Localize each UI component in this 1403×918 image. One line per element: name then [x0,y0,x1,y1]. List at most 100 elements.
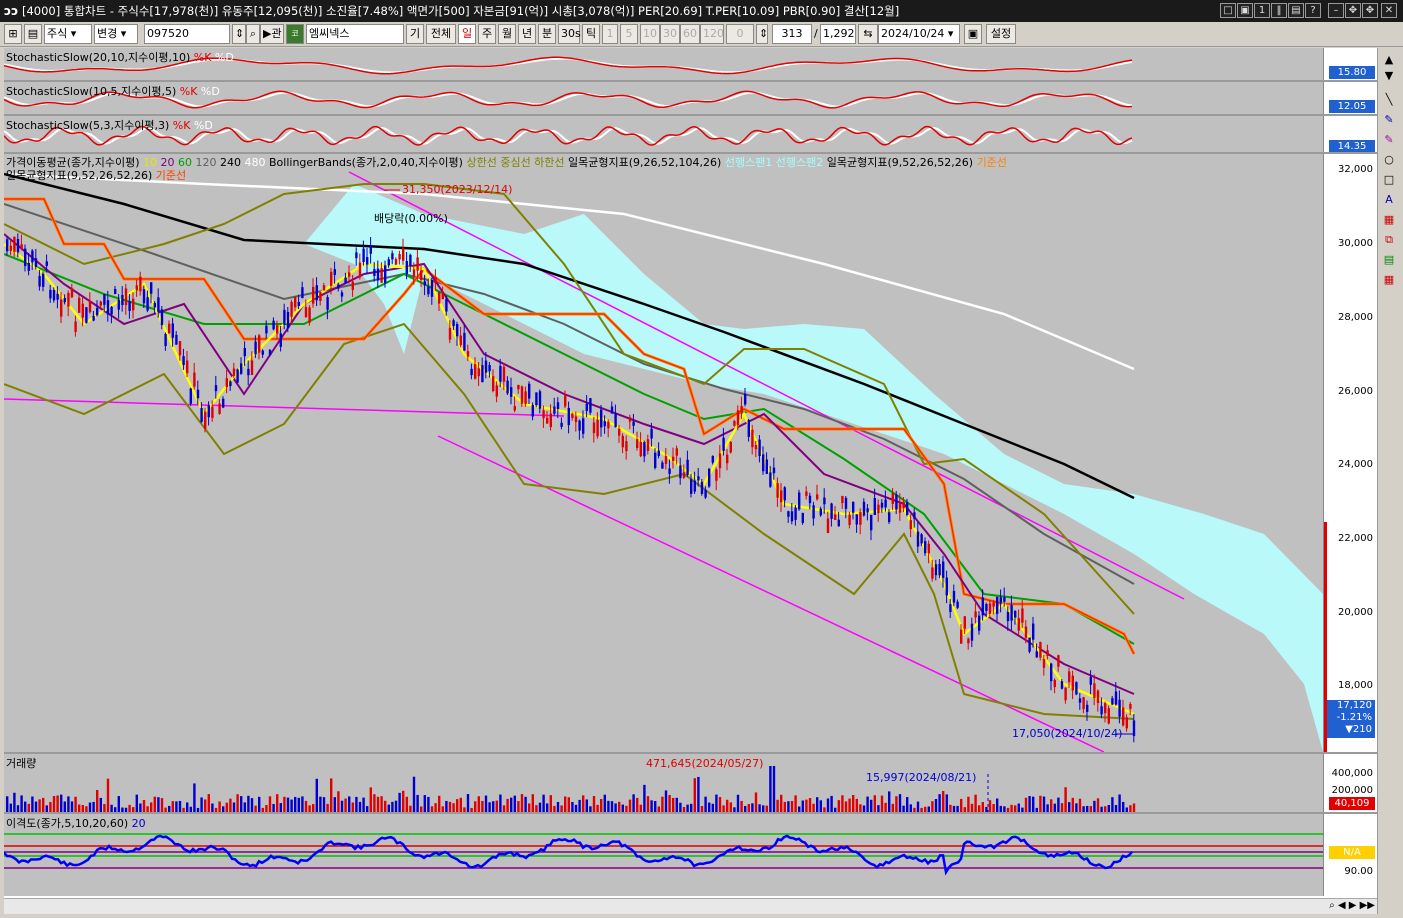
period-5-button[interactable]: 5 [620,24,638,44]
close-icon[interactable]: ✕ [1381,3,1397,18]
period-10-button[interactable]: 10 [640,24,660,44]
maximize-icon[interactable]: ✥ [1362,3,1378,18]
number-1-icon[interactable]: 1 [1254,3,1270,18]
stock-code-input[interactable]: 097520 [144,24,230,44]
settings-button[interactable]: 설정 [986,24,1016,44]
circle-tool-icon[interactable]: ○ [1381,152,1397,168]
volume-bar [272,803,275,812]
candle-body [376,268,380,281]
stoch-pane-1[interactable]: StochasticSlow(20,10,지수이평,10) %K %D [4,48,1323,80]
candle-body [672,456,675,461]
disparity-pane[interactable]: 이격도(종가,5,10,20,60) 20 [4,814,1323,896]
scroll-down-icon[interactable]: ▼ [1381,68,1397,84]
candle-body [344,277,347,284]
volume-bar [870,799,873,812]
related-button[interactable]: ▶관 [260,24,284,44]
copy-tool-icon[interactable]: ⧉ [1381,232,1397,248]
volume-bar [157,797,160,812]
sync-icon[interactable]: ⇆ [858,24,878,44]
candle-body [146,297,149,311]
volume-pane[interactable]: 거래량 471,645(2024/05/27) 15,997(2024/08/2… [4,754,1323,812]
period-1-button[interactable]: 1 [602,24,618,44]
zoom-icon[interactable]: ⌕ ◀ ▶ ▶▶ [1329,900,1375,911]
line-tool-icon[interactable]: ╲ [1381,92,1397,108]
volume-bar [592,796,596,812]
candle-body [232,368,236,376]
yearly-button[interactable]: 년 [518,24,536,44]
volume-bar [499,794,502,812]
eraser-tool-icon[interactable]: ✎ [1381,132,1397,148]
candle-body [816,494,819,500]
save-screen-icon[interactable]: ▤ [24,24,42,44]
tick-button[interactable]: 틱 [582,24,600,44]
volume-bar [322,797,326,812]
restore-icon[interactable]: ▤ [1288,3,1304,18]
help-icon[interactable]: ? [1305,3,1321,18]
candle-body [56,293,59,300]
volume-bar [286,797,290,812]
fibonacci-tool-icon[interactable]: ▦ [1381,212,1397,228]
volume-bar [841,795,844,812]
ki-button[interactable]: 기 [406,24,424,44]
date-picker[interactable]: 2024/10/24 ▾ [878,24,960,44]
candle-body [81,303,84,318]
horizontal-scrollbar[interactable]: ⌕ ◀ ▶ ▶▶ [4,898,1377,914]
scroll-up-icon[interactable]: ▲ [1381,52,1397,68]
period-30-button[interactable]: 30 [660,24,680,44]
rectangle-tool-icon[interactable]: □ [1381,172,1397,188]
minimize-icon[interactable]: – [1328,3,1344,18]
monthly-button[interactable]: 월 [498,24,516,44]
candle-body [200,407,203,422]
pause-icon[interactable]: ‖ [1271,3,1287,18]
grid-tool-icon[interactable]: ▦ [1381,272,1397,288]
volume-bar [610,801,614,812]
legend-part: 일목균형지표(9,52,26,52,26) [6,169,156,182]
candle-body [13,236,16,252]
move-icon[interactable]: ✥ [1345,3,1361,18]
volume-bar [448,801,452,812]
candle-body [189,388,192,404]
volume-bar [1024,797,1028,812]
volume-bar [711,803,714,812]
spinner-icon[interactable]: ⇕ [756,24,768,44]
current-price: 17,120 [1337,700,1372,711]
chart-tool-icon[interactable]: ▤ [1381,252,1397,268]
change-select[interactable]: 변경 ▾ [94,24,138,44]
period-60-button[interactable]: 60 [680,24,700,44]
market-select[interactable]: 주식 ▾ [44,24,92,44]
volume-bar [60,794,63,812]
price-pane[interactable]: 가격이동평균(종가,지수이평) 10 20 60 120 240 480 Bol… [4,154,1323,752]
view-count-input[interactable]: 313 [772,24,812,44]
spinner-icon[interactable]: ⇕ [232,24,246,44]
period-120-button[interactable]: 120 [700,24,724,44]
candle-body [459,335,462,346]
tick-count-input[interactable]: 0 [726,24,754,44]
30sec-button[interactable]: 30s [558,24,581,44]
candle-body [402,248,405,261]
volume-bar [938,794,941,812]
volume-bar [492,801,495,812]
candle-body [538,391,542,409]
search-icon[interactable]: ⌕ [246,24,260,44]
volume-bar [830,795,833,812]
stoch-pane-3[interactable]: StochasticSlow(5,3,지수이평,3) %K %D [4,116,1323,152]
save-icon[interactable]: ▣ [964,24,982,44]
stock-badge-icon[interactable]: 코 [286,24,304,44]
weekly-button[interactable]: 주 [478,24,496,44]
pin-icon[interactable]: ▣ [1237,3,1253,18]
chart-type-icon[interactable]: ⊞ [4,24,22,44]
chart-area[interactable]: StochasticSlow(20,10,지수이평,10) %K %D 15.8… [4,48,1377,914]
stock-name-field[interactable]: 엠씨넥스 [306,24,404,44]
daily-button[interactable]: 일 [458,24,476,44]
date-value: 2024/10/24 [881,27,945,40]
candle-body [985,603,988,611]
minute-button[interactable]: 분 [538,24,556,44]
volume-bar [405,796,408,812]
text-tool-icon[interactable]: A [1381,192,1397,208]
candle-body [517,384,520,390]
pen-tool-icon[interactable]: ✎ [1381,112,1397,128]
candle-body [798,492,801,510]
stoch-pane-2[interactable]: StochasticSlow(10,5,지수이평,5) %K %D [4,82,1323,114]
all-button[interactable]: 전체 [426,24,456,44]
layout-icon[interactable]: □ [1220,3,1236,18]
